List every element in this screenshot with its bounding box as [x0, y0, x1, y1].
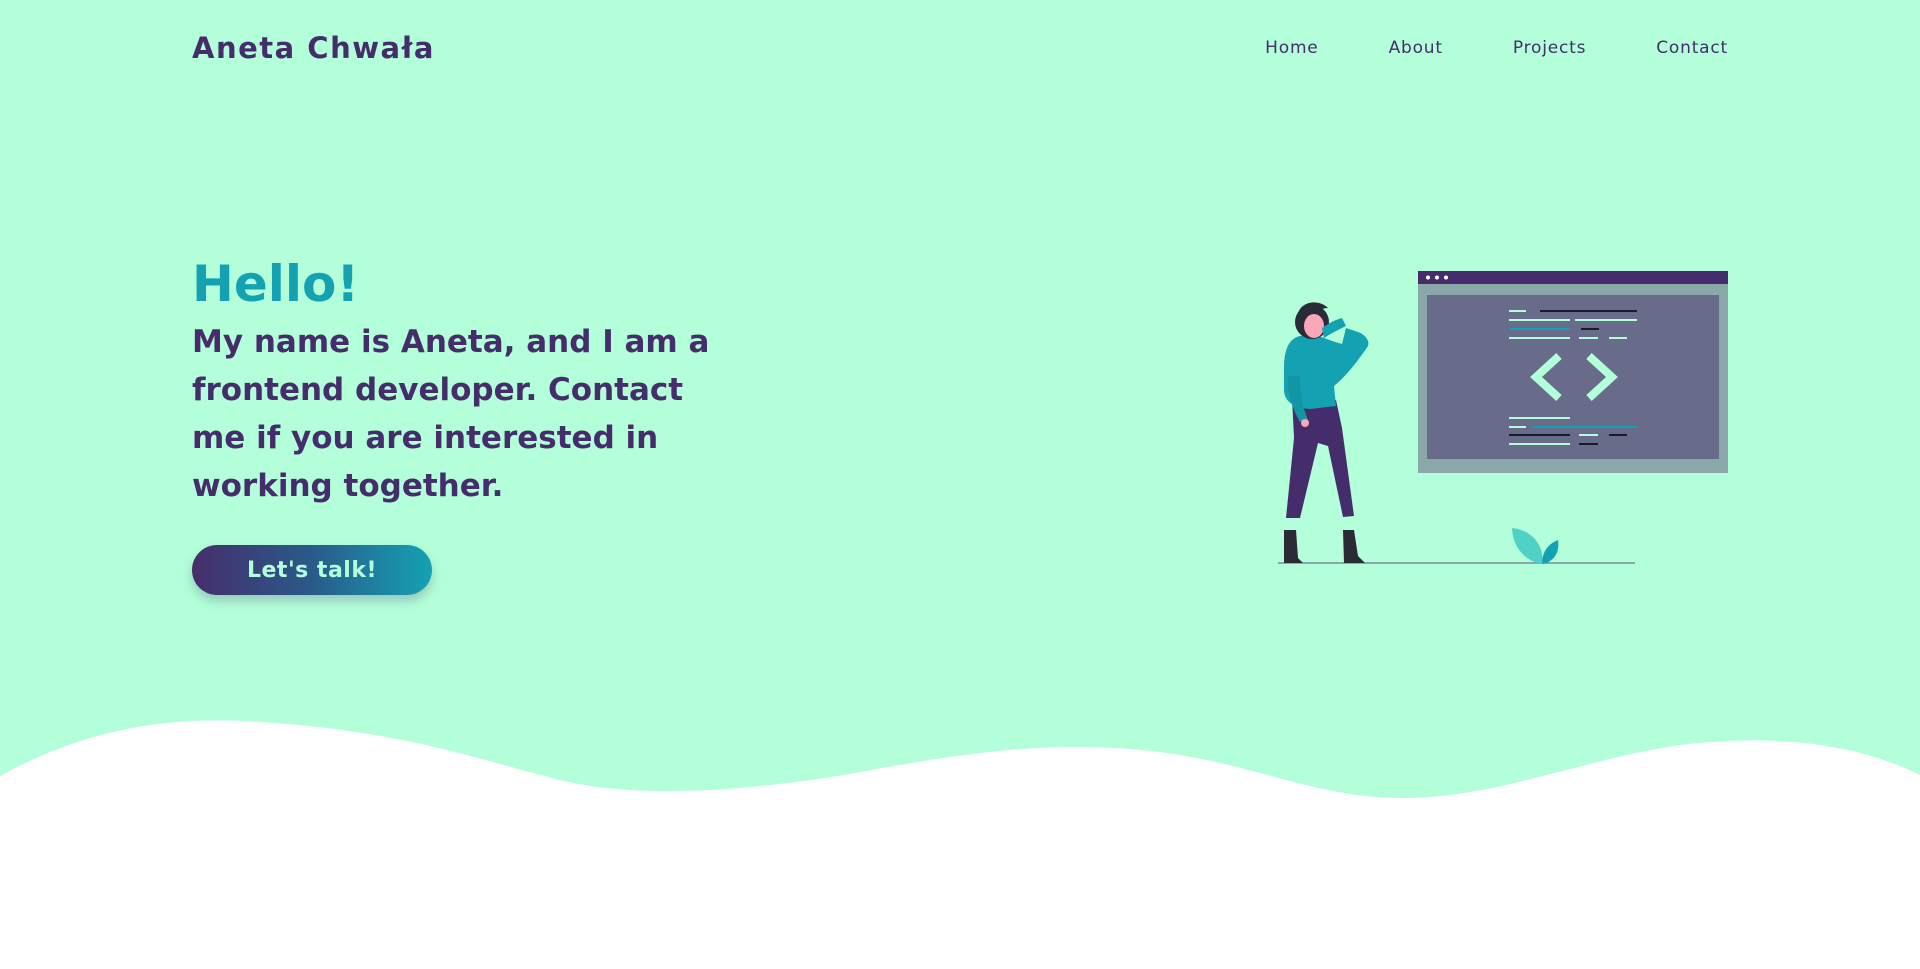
bio-text: My name is Aneta, and I am a frontend de…	[192, 324, 710, 504]
lets-talk-button[interactable]: Let's talk!	[192, 545, 432, 595]
woman-with-code-window-illustration	[1278, 271, 1728, 564]
code-window-icon	[1418, 271, 1728, 473]
nav-home-link[interactable]: Home	[1265, 38, 1318, 58]
site-logo[interactable]: Aneta Chwała	[192, 31, 435, 65]
nav-projects-link[interactable]: Projects	[1513, 38, 1586, 58]
main-nav: Home About Projects Contact	[1195, 38, 1728, 58]
nav-contact-link[interactable]: Contact	[1656, 38, 1728, 58]
site-header: Aneta Chwała Home About Projects Contact	[192, 28, 1728, 68]
nav-about-link[interactable]: About	[1389, 38, 1443, 58]
greeting-heading: Hello!	[192, 255, 360, 313]
woman-figure-icon	[1284, 302, 1369, 563]
plant-icon	[1512, 528, 1559, 564]
intro-block: Hello! My name is Aneta, and I am a fron…	[192, 252, 712, 510]
